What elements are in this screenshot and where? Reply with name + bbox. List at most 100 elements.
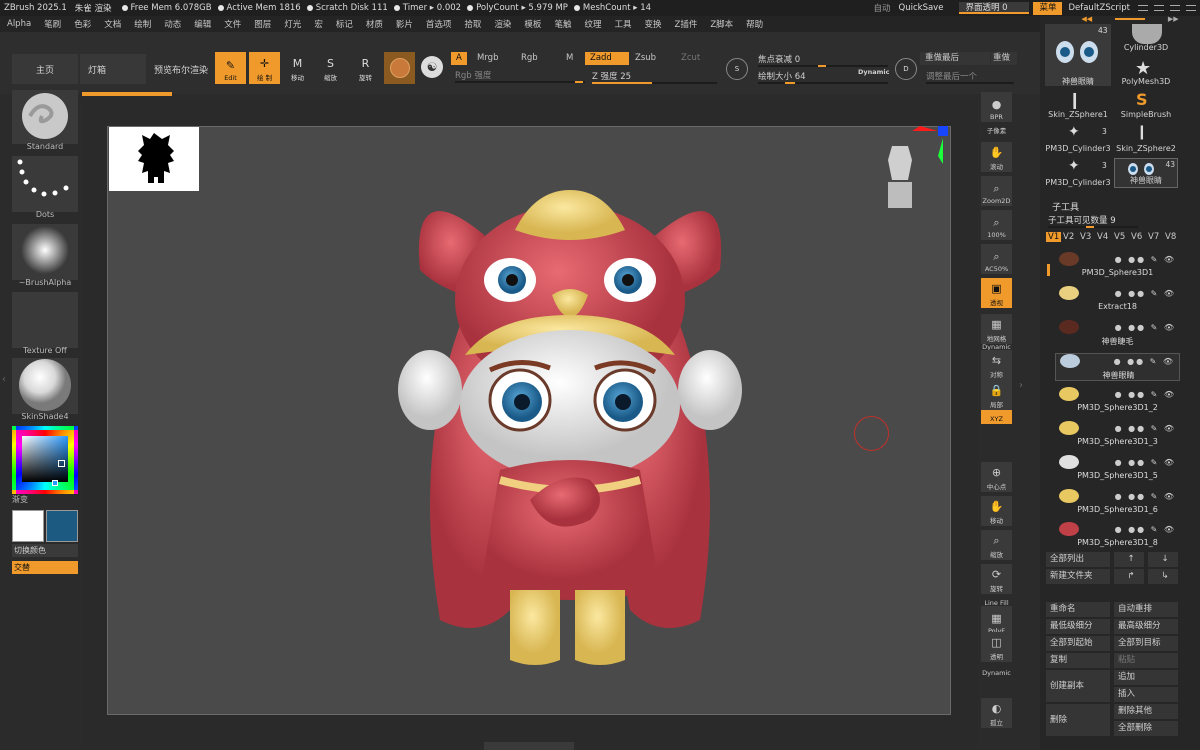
focal-shift-icon[interactable]: S (726, 58, 748, 80)
menu-item[interactable]: 渲染 (494, 18, 511, 30)
menu-button[interactable]: 菜单 (1033, 1, 1063, 15)
right-tool-button[interactable]: ◐ 孤立 (981, 698, 1012, 728)
delete-button[interactable]: 删除 (1046, 704, 1110, 736)
version-tab[interactable]: V4 (1097, 232, 1108, 242)
main-color-swatch[interactable] (12, 510, 44, 542)
stroke-selector[interactable] (12, 156, 78, 212)
subtool-row[interactable]: ● ●● ✎ 👁 PM3D_Sphere3D1_3 (1055, 421, 1180, 449)
subtool-visibility-icon[interactable]: ● ●● ✎ 👁 (1115, 458, 1176, 467)
zadd-button[interactable]: Zadd (585, 52, 629, 65)
cylinder3b-icon[interactable]: ✦ (1068, 158, 1080, 174)
navigation-thumbnail[interactable] (109, 127, 199, 191)
menu-item[interactable]: 绘制 (134, 18, 151, 30)
draw-size-slider[interactable] (758, 82, 888, 84)
right-tool-button[interactable]: ✋ 移动 (981, 496, 1012, 526)
alternate-button[interactable]: 交替 (12, 561, 78, 574)
subtool-row[interactable]: ● ●● ✎ 👁 PM3D_Sphere3D1_6 (1055, 488, 1180, 517)
menu-item[interactable]: 宏 (314, 18, 323, 30)
quicksave-button[interactable]: QuickSave (899, 3, 944, 13)
menu-item[interactable]: Alpha (7, 19, 31, 29)
insert-button[interactable]: 插入 (1114, 687, 1178, 702)
menu-item[interactable]: 工具 (614, 18, 631, 30)
version-tab[interactable]: V2 (1063, 232, 1074, 242)
axis-gizmo-icon[interactable] (908, 124, 954, 168)
menu-item[interactable]: 灯光 (284, 18, 301, 30)
version-tab[interactable]: V5 (1114, 232, 1125, 242)
panel-scroll-arrows[interactable]: ◀◀ ▶▶ (1070, 14, 1190, 24)
version-tab[interactable]: V1 (1046, 232, 1062, 242)
color-picker[interactable] (12, 426, 78, 494)
cylinder3-icon[interactable]: ✦ (1068, 124, 1080, 140)
rotate-button[interactable]: R 旋转 (350, 52, 381, 84)
gradient-label[interactable]: 渐变 (12, 494, 28, 505)
right-tool-button[interactable]: ⊕ 中心点 (981, 462, 1012, 492)
switch-color-button[interactable]: 切换颜色 (12, 544, 78, 557)
list-all-button[interactable]: 全部列出 (1046, 552, 1110, 567)
right-tool-button[interactable]: ⌕ 缩放 (981, 530, 1012, 560)
dynamic-draw-icon[interactable]: D (895, 58, 917, 80)
m-button[interactable]: M (561, 52, 578, 65)
right-tool-button[interactable]: ⌕ Zoom2D (981, 176, 1012, 206)
zcut-button[interactable]: Zcut (676, 52, 705, 65)
right-tool-button[interactable]: ⇆ 对称 (981, 350, 1012, 380)
version-tab[interactable]: V3 (1080, 232, 1091, 242)
arrow-down-right-icon[interactable]: ↳ (1148, 569, 1178, 584)
right-tool-button[interactable]: ⟳ 旋转 (981, 564, 1012, 594)
zsphere-icon[interactable]: ❙ (1068, 90, 1081, 109)
menu-item[interactable]: 文件 (224, 18, 241, 30)
subtool-visibility-icon[interactable]: ● ●● ✎ 👁 (1115, 390, 1176, 399)
rename-button[interactable]: 重命名 (1046, 602, 1110, 617)
window-controls[interactable] (1138, 5, 1196, 11)
rgb-intensity-slider[interactable] (455, 81, 585, 83)
right-tool-button[interactable]: ● BPR (981, 92, 1012, 122)
menu-item[interactable]: 帮助 (746, 18, 763, 30)
menu-item[interactable]: 笔刷 (44, 18, 61, 30)
menu-item[interactable]: 标记 (336, 18, 353, 30)
brush-selector[interactable] (12, 90, 78, 144)
subtool-row[interactable]: ● ●● ✎ 👁 神兽眼睛 (1055, 353, 1180, 382)
lightbox-button[interactable]: 灯箱 (80, 54, 146, 84)
subtool-row[interactable]: ● ●● ✎ 👁 神兽睫毛 (1055, 319, 1180, 348)
subtool-visibility-icon[interactable]: ● ●● ✎ 👁 (1115, 424, 1176, 433)
right-collapse-arrow[interactable]: › (1019, 380, 1025, 404)
subtool-header[interactable]: 子工具 (1052, 200, 1079, 213)
version-tab[interactable]: V7 (1148, 232, 1159, 242)
material-selector[interactable] (12, 358, 78, 414)
subtool-visibility-icon[interactable]: ● ●● ✎ 👁 (1115, 255, 1176, 264)
menu-item[interactable]: 影片 (396, 18, 413, 30)
subtool-row[interactable]: ● ●● ✎ 👁 PM3D_Sphere3D1_5 (1055, 454, 1180, 483)
secondary-color-swatch[interactable] (46, 510, 78, 542)
move-button[interactable]: M 移动 (282, 52, 313, 84)
right-tool-button[interactable]: ▣ 透视 (981, 278, 1012, 308)
append-button[interactable]: 追加 (1114, 670, 1178, 685)
edit-button[interactable]: ✎ Edit (215, 52, 246, 84)
interface-transparency-slider[interactable]: 界面透明 0 (959, 2, 1030, 14)
subtool-visibility-icon[interactable]: ● ●● ✎ 👁 (1115, 323, 1176, 332)
subtool-scrollbar[interactable] (1047, 264, 1050, 276)
right-tool-button[interactable]: ⌕ AC50% (981, 244, 1012, 274)
auto-reorder-button[interactable]: 自动重排 (1114, 602, 1178, 617)
right-tool-button[interactable]: Dynamic (981, 666, 1012, 678)
cylinder-icon[interactable] (1132, 24, 1162, 44)
menu-item[interactable]: Z脚本 (710, 18, 733, 30)
adjust-last-slider[interactable] (926, 82, 1014, 84)
move-down-button[interactable]: ↓ (1148, 552, 1178, 567)
zsphere2-icon[interactable]: ❙ (1136, 124, 1148, 140)
menu-item[interactable]: 动态 (164, 18, 181, 30)
version-tab[interactable]: V8 (1165, 232, 1176, 242)
tool-thumb-eyes-selected[interactable]: 43 神兽眼睛 (1114, 158, 1178, 188)
right-tool-button[interactable]: ✋ 滚动 (981, 142, 1012, 172)
home-tab[interactable]: 主页 (12, 54, 78, 84)
right-tool-button[interactable]: 🔒 局部 (981, 380, 1012, 410)
delete-other-button[interactable]: 删除其他 (1114, 704, 1178, 719)
menu-item[interactable]: 图层 (254, 18, 271, 30)
menu-item[interactable]: Z插件 (675, 18, 698, 30)
subtool-visibility-icon[interactable]: ● ●● ✎ 👁 (1115, 492, 1176, 501)
material-swatch[interactable] (384, 52, 415, 84)
right-tool-button[interactable]: 子像素 (981, 124, 1012, 136)
default-zscript-button[interactable]: DefaultZScript (1068, 3, 1130, 13)
right-tool-button[interactable]: ◫ 透明 (981, 632, 1012, 662)
menu-item[interactable]: 变换 (644, 18, 661, 30)
duplicate-button[interactable]: 创建副本 (1046, 670, 1110, 702)
menu-item[interactable]: 纹理 (584, 18, 601, 30)
